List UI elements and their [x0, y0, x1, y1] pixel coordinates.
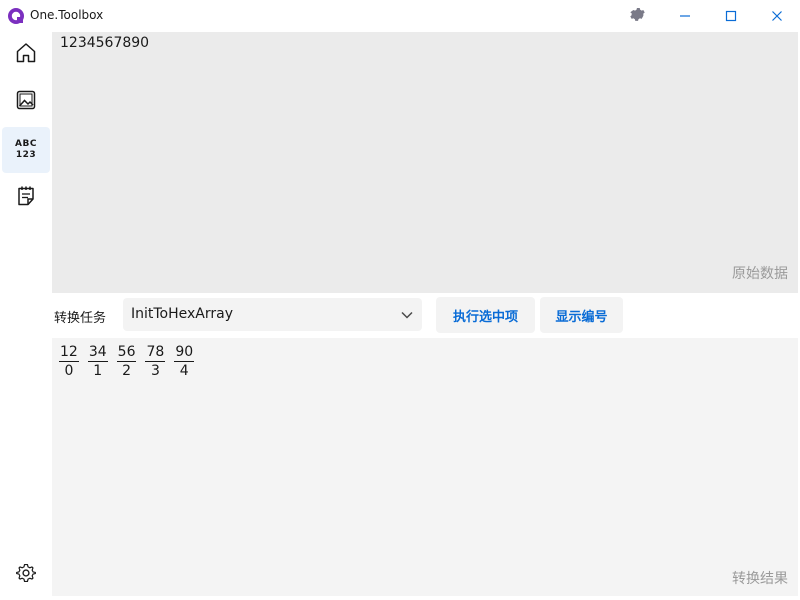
abc-123-icon: ABC 123 [15, 139, 37, 161]
task-label: 转换任务 [54, 311, 107, 326]
token-value: 90 [174, 344, 195, 362]
list-item: 34 1 [87, 344, 108, 380]
sidebar: ABC 123 [0, 32, 52, 600]
minimize-button[interactable] [662, 0, 708, 32]
token-list: 12 0 34 1 56 2 78 3 90 4 [59, 344, 195, 380]
token-index: 0 [64, 363, 74, 379]
sidebar-item-notes[interactable] [2, 175, 50, 221]
token-index: 4 [179, 363, 189, 379]
conversion-result-hint: 转换结果 [732, 571, 788, 587]
task-select[interactable]: InitToHexArray [123, 298, 422, 331]
source-data-hint: 原始数据 [732, 266, 788, 282]
list-item: 78 3 [145, 344, 166, 380]
image-icon [14, 88, 38, 116]
token-value: 78 [145, 344, 166, 362]
minimize-icon [679, 7, 691, 26]
token-value: 34 [87, 344, 108, 362]
gear-icon [15, 562, 37, 588]
sidebar-item-home[interactable] [2, 32, 50, 78]
123-label: 123 [15, 150, 37, 160]
token-index: 1 [93, 363, 103, 379]
conversion-result-area[interactable]: 12 0 34 1 56 2 78 3 90 4 转换结果 [52, 338, 798, 596]
maximize-button[interactable] [708, 0, 754, 32]
maximize-icon [725, 7, 737, 26]
sidebar-item-abc123[interactable]: ABC 123 [2, 127, 50, 173]
token-index: 3 [150, 363, 160, 379]
sidebar-item-image[interactable] [2, 79, 50, 125]
sidebar-item-settings[interactable] [2, 552, 50, 598]
token-value: 12 [59, 344, 79, 362]
chevron-down-icon [400, 307, 414, 326]
title-settings-button[interactable] [614, 0, 660, 32]
home-icon [14, 41, 38, 69]
notepad-icon [14, 184, 38, 212]
run-selected-button[interactable]: 执行选中项 [436, 297, 535, 333]
token-value: 56 [116, 344, 137, 362]
close-button[interactable] [754, 0, 800, 32]
token-index: 2 [122, 363, 132, 379]
show-index-button[interactable]: 显示编号 [540, 297, 623, 333]
task-select-value: InitToHexArray [131, 306, 234, 322]
app-title: One.Toolbox [30, 8, 104, 22]
source-data-text[interactable]: 1234567890 [60, 35, 149, 51]
abc-label: ABC [15, 139, 37, 149]
list-item: 12 0 [59, 344, 79, 380]
list-item: 56 2 [116, 344, 137, 380]
conversion-toolbar: 转换任务 InitToHexArray 执行选中项 显示编号 [52, 293, 798, 338]
title-bar: One.Toolbox [0, 0, 800, 32]
gear-icon [629, 7, 645, 26]
close-icon [771, 7, 783, 26]
source-data-input[interactable]: 1234567890 原始数据 [52, 32, 798, 293]
app-logo-icon [7, 7, 25, 25]
list-item: 90 4 [174, 344, 195, 380]
